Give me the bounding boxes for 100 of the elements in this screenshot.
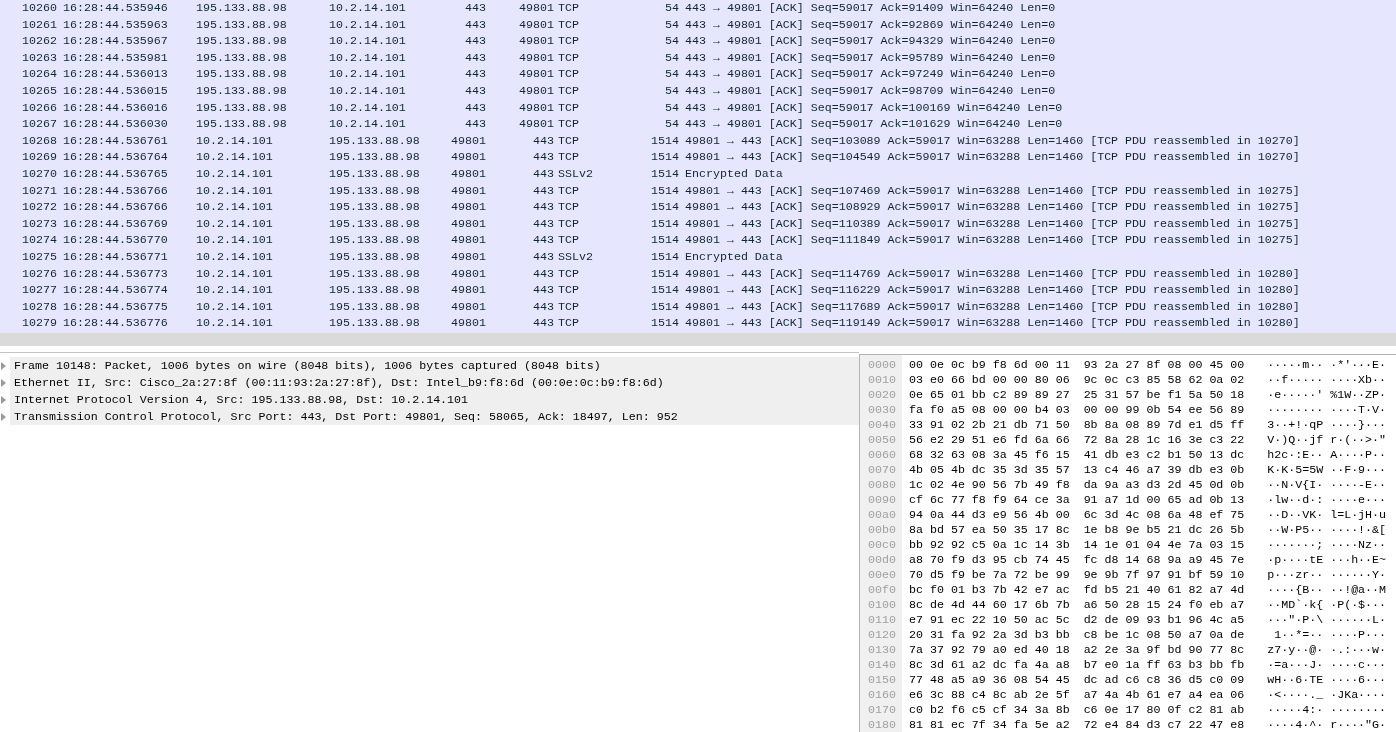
packet-info: 443 → 49801 [ACK] Seq=59017 Ack=91409 Win=64240 Len=0 <box>685 1 1056 14</box>
timestamp: 16:28:44.536774 <box>63 283 168 297</box>
ip-address: 195.133.88.98 <box>329 266 420 280</box>
port-number: 49801 <box>451 316 486 330</box>
packet-number: 10271 <box>22 183 57 197</box>
ascii-text: ·p····tE ···h··E~ <box>1267 553 1387 566</box>
packet-row[interactable]: 10264 16:28:44.536013 195.133.88.98 10.2.14.101 443 49801 TCP 54 443 → 49801 [ACK] Seq=59017 Ack=97249 Win=64240 Len=0 <box>0 66 1396 83</box>
byte-offset: 0110 <box>868 613 896 626</box>
packet-length: 1514 <box>651 249 679 263</box>
ip-address: 10.2.14.101 <box>196 283 273 297</box>
protocol-label: TCP <box>558 133 579 147</box>
packet-length: 1514 <box>651 133 679 147</box>
tree-item[interactable]: Internet Protocol Version 4, Src: 195.133.88.98, Dst: 10.2.14.101 <box>0 391 859 408</box>
ascii-text: wH··6·TE ····6··· <box>1267 673 1387 686</box>
ascii-text: ·=a···J· ····c··· <box>1267 658 1387 671</box>
caret-icon[interactable] <box>1 378 6 387</box>
byte-offset: 0160 <box>868 688 896 701</box>
packet-row[interactable]: 10274 16:28:44.536770 10.2.14.101 195.133.88.98 49801 443 TCP 1514 49801 → 443 [ACK] Seq=111849 Ack=59017 Win=63288 Len=1460 [TCP PDU reassembled in 10275] <box>0 232 1396 249</box>
ip-address: 195.133.88.98 <box>329 150 420 164</box>
caret-icon[interactable] <box>1 412 6 421</box>
ascii-text: p···zr·· ······Y· <box>1267 568 1387 581</box>
packet-info: 443 → 49801 [ACK] Seq=59017 Ack=100169 Win=64240 Len=0 <box>685 100 1063 114</box>
ascii-text: V·)Q··jf r·(··>·" <box>1267 433 1387 446</box>
packet-number: 10261 <box>22 17 57 31</box>
packet-info: 49801 → 443 [ACK] Seq=117689 Ack=59017 Win=63288 Len=1460 [TCP PDU reassembled in 10280] <box>685 299 1300 313</box>
packet-row[interactable]: 10269 16:28:44.536764 10.2.14.101 195.133.88.98 49801 443 TCP 1514 49801 → 443 [ACK] Seq=104549 Ack=59017 Win=63288 Len=1460 [TCP PDU reassembled in 10270] <box>0 149 1396 166</box>
ip-address: 10.2.14.101 <box>196 133 273 147</box>
packet-length: 1514 <box>651 266 679 280</box>
byte-offset: 00f0 <box>868 583 896 596</box>
ip-address: 195.133.88.98 <box>329 316 420 330</box>
ip-address: 10.2.14.101 <box>329 100 406 114</box>
ascii-text: ··N·V{I· ····-E·· <box>1267 478 1387 491</box>
packet-length: 54 <box>665 17 679 31</box>
packet-row[interactable]: 10267 16:28:44.536030 195.133.88.98 10.2.14.101 443 49801 TCP 54 443 → 49801 [ACK] Seq=59017 Ack=101629 Win=64240 Len=0 <box>0 116 1396 133</box>
byte-offset: 0050 <box>868 433 896 446</box>
ascii-text: ·lw··d·: ····e··· <box>1267 493 1387 506</box>
packet-info: 49801 → 443 [ACK] Seq=104549 Ack=59017 Win=63288 Len=1460 [TCP PDU reassembled in 10270] <box>685 150 1300 164</box>
packet-row[interactable]: 10277 16:28:44.536774 10.2.14.101 195.133.88.98 49801 443 TCP 1514 49801 → 443 [ACK] Seq=116229 Ack=59017 Win=63288 Len=1460 [TCP PDU reassembled in 10280] <box>0 282 1396 299</box>
tree-item[interactable]: Ethernet II, Src: Cisco_2a:27:8f (00:11:93:2a:27:8f), Dst: Intel_b9:f8:6d (00:0e:0c:b9:f8:6d) <box>0 374 859 391</box>
protocol-label: TCP <box>558 17 579 31</box>
hex-bytes: 70 d5 f9 be 7a 72 be 99 9e 9b 7f 97 91 bf 59 10 <box>909 568 1245 581</box>
packet-info: 49801 → 443 [ACK] Seq=107469 Ack=59017 Win=63288 Len=1460 [TCP PDU reassembled in 10275] <box>685 183 1300 197</box>
timestamp: 16:28:44.535946 <box>63 1 168 14</box>
hex-bytes: fa f0 a5 08 00 00 b4 03 00 00 99 0b 54 ee 56 89 <box>909 403 1245 416</box>
port-number: 49801 <box>519 17 554 31</box>
packet-length: 1514 <box>651 183 679 197</box>
byte-offset: 0080 <box>868 478 896 491</box>
port-number: 443 <box>533 200 554 214</box>
ip-address: 195.133.88.98 <box>196 34 287 48</box>
byte-offset: 0140 <box>868 658 896 671</box>
packet-info: Encrypted Data <box>685 249 783 263</box>
packet-length: 1514 <box>651 283 679 297</box>
port-number: 443 <box>465 50 486 64</box>
protocol-label: TCP <box>558 299 579 313</box>
packet-length: 54 <box>665 83 679 97</box>
timestamp: 16:28:44.536775 <box>63 299 168 313</box>
packet-info: 49801 → 443 [ACK] Seq=111849 Ack=59017 Win=63288 Len=1460 [TCP PDU reassembled in 10275] <box>685 233 1300 247</box>
packet-row[interactable]: 10260 16:28:44.535946 195.133.88.98 10.2.14.101 443 49801 TCP 54 443 → 49801 [ACK] Seq=59017 Ack=91409 Win=64240 Len=0 <box>0 0 1396 17</box>
ip-address: 195.133.88.98 <box>329 283 420 297</box>
protocol-label: SSLv2 <box>558 166 593 180</box>
port-number: 49801 <box>451 233 486 247</box>
hex-bytes: bb 92 92 c5 0a 1c 14 3b 14 1e 01 04 4e 7a 03 15 <box>909 538 1245 551</box>
timestamp: 16:28:44.535981 <box>63 50 168 64</box>
packet-info: 443 → 49801 [ACK] Seq=59017 Ack=92869 Win=64240 Len=0 <box>685 17 1056 31</box>
packet-length: 1514 <box>651 200 679 214</box>
tree-item[interactable]: Transmission Control Protocol, Src Port: 443, Dst Port: 49801, Seq: 58065, Ack: 18497, Len: 952 <box>0 408 859 425</box>
ip-address: 10.2.14.101 <box>329 67 406 81</box>
caret-icon[interactable] <box>1 395 6 404</box>
ip-address: 195.133.88.98 <box>196 17 287 31</box>
packet-length: 54 <box>665 1 679 14</box>
horizontal-scrollbar[interactable] <box>0 332 1396 346</box>
port-number: 443 <box>533 249 554 263</box>
packet-length: 54 <box>665 67 679 81</box>
ip-address: 10.2.14.101 <box>196 166 273 180</box>
packet-number: 10264 <box>22 67 57 81</box>
packet-number: 10270 <box>22 166 57 180</box>
ascii-text: ·····m·· ·*'···E· <box>1267 358 1387 371</box>
packet-length: 1514 <box>651 299 679 313</box>
ip-address: 195.133.88.98 <box>196 83 287 97</box>
packet-row[interactable]: 10272 16:28:44.536766 10.2.14.101 195.133.88.98 49801 443 TCP 1514 49801 → 443 [ACK] Seq=108929 Ack=59017 Win=63288 Len=1460 [TCP PDU reassembled in 10275] <box>0 199 1396 216</box>
port-number: 49801 <box>519 83 554 97</box>
caret-icon[interactable] <box>1 361 6 370</box>
port-number: 49801 <box>451 283 486 297</box>
protocol-label: TCP <box>558 183 579 197</box>
ip-address: 10.2.14.101 <box>196 216 273 230</box>
tree-item[interactable]: Frame 10148: Packet, 1006 bytes on wire (8048 bits), 1006 bytes captured (8048 bits) <box>0 357 859 374</box>
ip-address: 195.133.88.98 <box>329 299 420 313</box>
ip-address: 10.2.14.101 <box>196 249 273 263</box>
protocol-label: TCP <box>558 216 579 230</box>
ip-address: 10.2.14.101 <box>196 200 273 214</box>
port-number: 443 <box>533 133 554 147</box>
byte-offset: 0100 <box>868 598 896 611</box>
packet-info: 443 → 49801 [ACK] Seq=59017 Ack=94329 Win=64240 Len=0 <box>685 34 1056 48</box>
packet-row[interactable]: 10279 16:28:44.536776 10.2.14.101 195.133.88.98 49801 443 TCP 1514 49801 → 443 [ACK] Seq=119149 Ack=59017 Win=63288 Len=1460 [TCP PDU reassembled in 10280] <box>0 315 1396 332</box>
byte-offset: 00c0 <box>868 538 896 551</box>
byte-offset: 0090 <box>868 493 896 506</box>
packet-row[interactable]: 10262 16:28:44.535967 195.133.88.98 10.2.14.101 443 49801 TCP 54 443 → 49801 [ACK] Seq=59017 Ack=94329 Win=64240 Len=0 <box>0 33 1396 50</box>
port-number: 49801 <box>451 216 486 230</box>
port-number: 49801 <box>519 117 554 131</box>
hex-bytes: 7a 37 92 79 a0 ed 40 18 a2 2e 3a 9f bd 90 77 8c <box>909 643 1245 656</box>
